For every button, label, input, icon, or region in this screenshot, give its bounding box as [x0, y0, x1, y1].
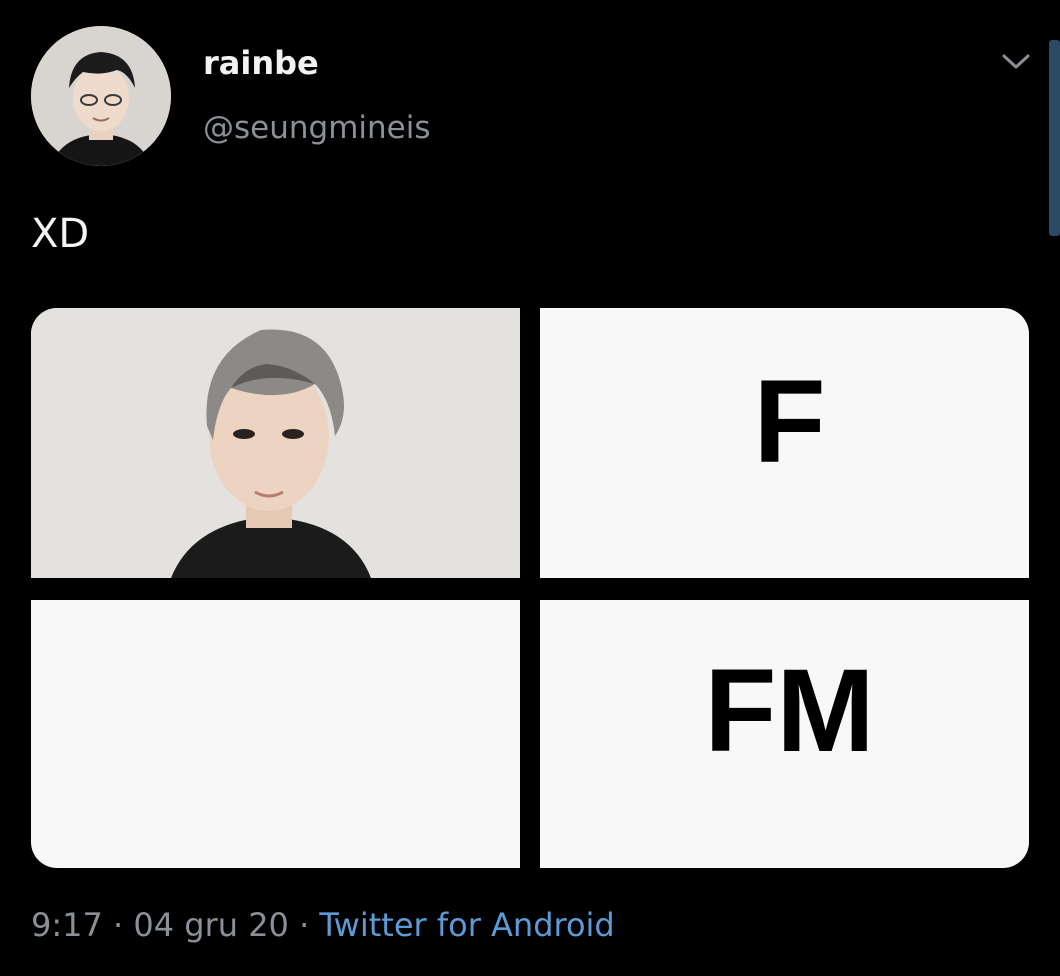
- letter-f: F: [753, 356, 826, 488]
- chevron-down-icon[interactable]: [996, 46, 1036, 76]
- media-panel-fm[interactable]: FM: [540, 600, 1029, 868]
- portrait-image: [31, 308, 520, 578]
- tweet-time: 9:17: [31, 906, 103, 944]
- tweet-meta: 9:17 · 04 gru 20 · Twitter for Android: [31, 906, 615, 944]
- media-photo-portrait[interactable]: [31, 308, 520, 578]
- avatar-photo: [31, 26, 171, 166]
- media-panel-f[interactable]: F: [540, 308, 1029, 578]
- user-handle[interactable]: @seungmineis: [203, 110, 431, 146]
- display-name[interactable]: rainbe: [203, 44, 319, 82]
- separator: ·: [113, 906, 124, 944]
- letters-fm: FM: [704, 645, 875, 777]
- scrollbar[interactable]: [1049, 40, 1060, 236]
- tweet-source-link[interactable]: Twitter for Android: [319, 906, 614, 944]
- separator: ·: [299, 906, 310, 944]
- tweet-date: 04 gru 20: [133, 906, 289, 944]
- media-grid[interactable]: F FM: [31, 308, 1029, 868]
- avatar[interactable]: [31, 26, 171, 166]
- tweet-text: XD: [31, 211, 90, 257]
- media-panel-blank[interactable]: [31, 600, 520, 868]
